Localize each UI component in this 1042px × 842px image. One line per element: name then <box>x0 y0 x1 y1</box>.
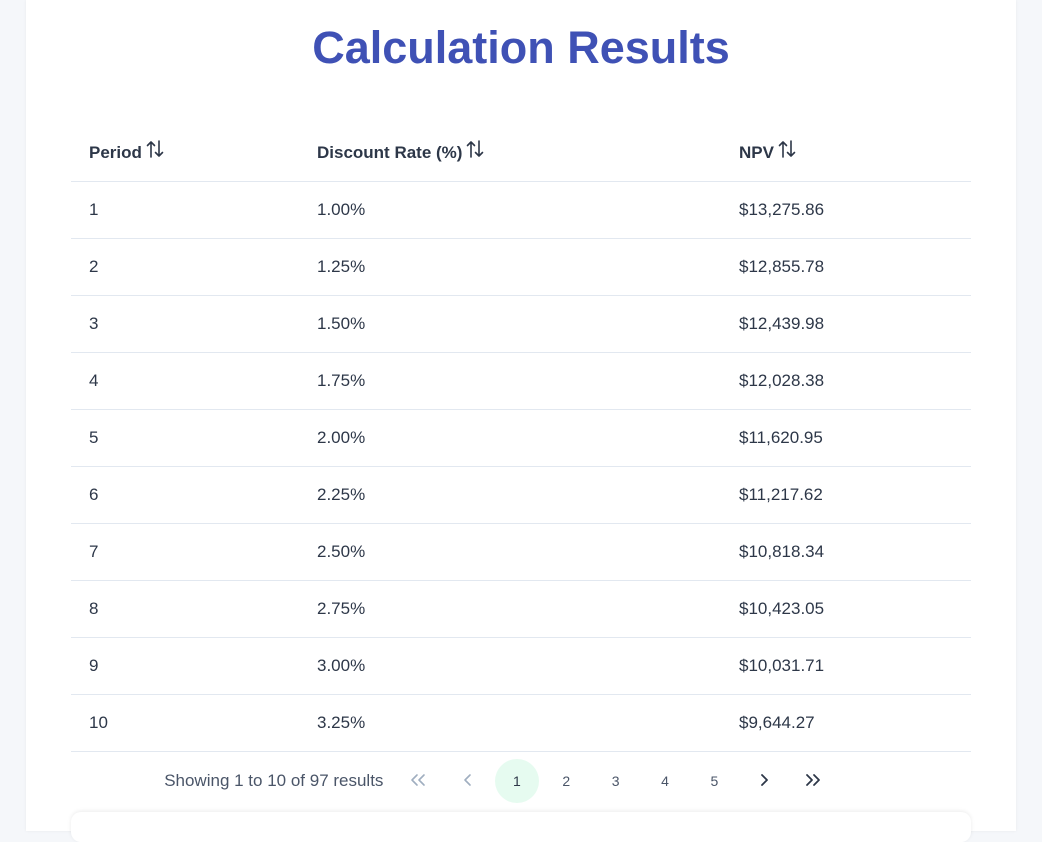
sort-up-down-icon[interactable] <box>146 139 164 164</box>
table-row: 3 1.50% $12,439.98 <box>71 295 971 353</box>
cell-period: 9 <box>71 637 299 695</box>
cell-discount-rate: 3.00% <box>299 637 721 695</box>
cell-period: 5 <box>71 409 299 467</box>
page-button-4[interactable]: 4 <box>643 759 687 803</box>
cell-discount-rate: 1.00% <box>299 181 721 239</box>
cell-discount-rate: 3.25% <box>299 694 721 752</box>
cell-discount-rate: 1.50% <box>299 295 721 353</box>
pagination-bar: Showing 1 to 10 of 97 results 1 2 3 4 5 <box>26 759 1016 803</box>
cell-discount-rate: 2.75% <box>299 580 721 638</box>
table-row: 6 2.25% $11,217.62 <box>71 466 971 524</box>
cell-period: 6 <box>71 466 299 524</box>
sort-up-down-icon[interactable] <box>466 139 484 164</box>
page-button-5[interactable]: 5 <box>692 759 736 803</box>
cell-npv: $10,031.71 <box>721 637 971 695</box>
next-section-panel <box>71 812 971 842</box>
chevrons-right-icon <box>805 773 821 790</box>
first-page-button[interactable] <box>396 759 440 803</box>
cell-npv: $10,423.05 <box>721 580 971 638</box>
cell-npv: $12,028.38 <box>721 352 971 410</box>
table-row: 5 2.00% $11,620.95 <box>71 409 971 467</box>
cell-period: 7 <box>71 523 299 581</box>
column-header-label: Discount Rate (%) <box>317 143 463 163</box>
table-row: 7 2.50% $10,818.34 <box>71 523 971 581</box>
cell-period: 1 <box>71 181 299 239</box>
table-row: 8 2.75% $10,423.05 <box>71 580 971 638</box>
chevrons-left-icon <box>410 773 426 790</box>
cell-npv: $10,818.34 <box>721 523 971 581</box>
table-header-row: Period Discount Rate (%) NPV <box>71 123 971 182</box>
cell-npv: $12,439.98 <box>721 295 971 353</box>
table-row: 2 1.25% $12,855.78 <box>71 238 971 296</box>
chevron-left-icon <box>463 773 473 790</box>
cell-discount-rate: 1.75% <box>299 352 721 410</box>
column-header-label: NPV <box>739 143 774 163</box>
cell-discount-rate: 1.25% <box>299 238 721 296</box>
last-page-button[interactable] <box>791 759 835 803</box>
cell-period: 2 <box>71 238 299 296</box>
cell-period: 4 <box>71 352 299 410</box>
table-row: 10 3.25% $9,644.27 <box>71 694 971 752</box>
column-header-label: Period <box>89 143 142 163</box>
table-row: 9 3.00% $10,031.71 <box>71 637 971 695</box>
column-header-npv[interactable]: NPV <box>721 123 971 182</box>
page-button-3[interactable]: 3 <box>594 759 638 803</box>
column-header-discount-rate[interactable]: Discount Rate (%) <box>299 123 721 182</box>
cell-discount-rate: 2.00% <box>299 409 721 467</box>
cell-period: 10 <box>71 694 299 752</box>
prev-page-button[interactable] <box>446 759 490 803</box>
cell-discount-rate: 2.50% <box>299 523 721 581</box>
table-row: 1 1.00% $13,275.86 <box>71 181 971 239</box>
cell-period: 8 <box>71 580 299 638</box>
next-page-button[interactable] <box>742 759 786 803</box>
cell-discount-rate: 2.25% <box>299 466 721 524</box>
pagination-info: Showing 1 to 10 of 97 results <box>164 771 384 790</box>
cell-npv: $12,855.78 <box>721 238 971 296</box>
pager: 1 2 3 4 5 <box>393 759 837 803</box>
table-row: 4 1.75% $12,028.38 <box>71 352 971 410</box>
cell-npv: $11,620.95 <box>721 409 971 467</box>
cell-npv: $13,275.86 <box>721 181 971 239</box>
cell-npv: $11,217.62 <box>721 466 971 524</box>
sort-up-down-icon[interactable] <box>778 139 796 164</box>
cell-period: 3 <box>71 295 299 353</box>
results-card: Calculation Results Period Discount Rate… <box>26 0 1016 842</box>
page-button-2[interactable]: 2 <box>544 759 588 803</box>
page-button-1[interactable]: 1 <box>494 759 539 803</box>
column-header-period[interactable]: Period <box>71 123 299 182</box>
cell-npv: $9,644.27 <box>721 694 971 752</box>
results-table: Period Discount Rate (%) NPV 1 1.00% $13… <box>71 123 971 752</box>
chevron-right-icon <box>759 773 769 790</box>
page-title: Calculation Results <box>312 22 730 73</box>
